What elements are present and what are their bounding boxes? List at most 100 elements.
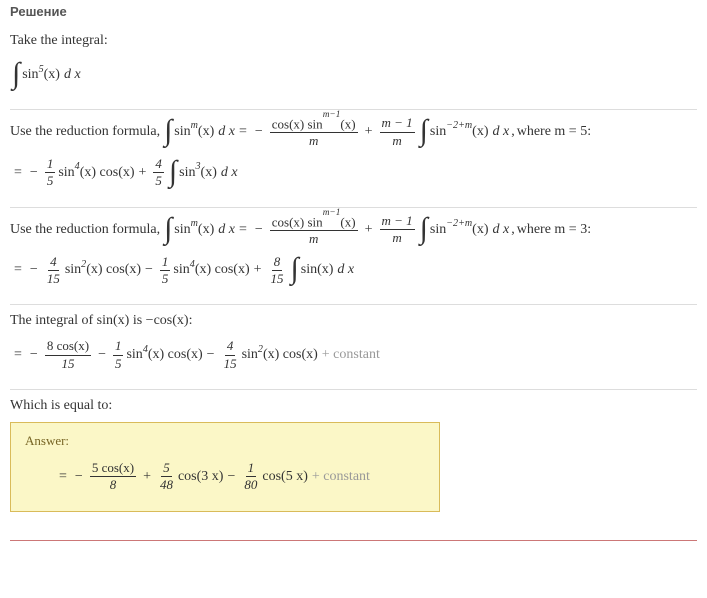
pow: −2+m <box>446 119 472 133</box>
step-3: The integral of sin(x) is −cos(x): = − 8… <box>10 305 697 389</box>
plus: + <box>143 469 151 485</box>
pow: 4 <box>143 344 148 355</box>
den: m <box>390 230 403 245</box>
d: 8 <box>108 477 119 492</box>
den: m <box>390 133 403 148</box>
arg: (x) <box>198 122 214 142</box>
step-2-text: Use the reduction formula, ∫ sinm(x) d x… <box>10 214 697 247</box>
plus: + <box>365 220 373 240</box>
integral-icon: ∫ <box>291 257 299 281</box>
d: 5 <box>113 356 124 371</box>
answer-expr: = − 5 cos(x)8 + 548 cos(3 x) − 180 cos(5… <box>55 457 374 497</box>
fn: sin <box>242 347 258 363</box>
fn: sin <box>58 165 74 181</box>
constant: + constant <box>322 347 380 363</box>
d: 48 <box>158 477 175 492</box>
text: Use the reduction formula, <box>10 122 160 142</box>
integral-icon: ∫ <box>12 62 20 86</box>
integral-icon: ∫ <box>420 119 428 143</box>
arg: (x) cos(x) <box>263 347 318 363</box>
eq: = <box>239 122 247 142</box>
n: 8 <box>272 255 283 271</box>
eq: = <box>239 220 247 240</box>
n: 4 <box>48 255 59 271</box>
d: 15 <box>269 271 286 286</box>
minus: − <box>98 347 106 363</box>
fraction: cos(x) sinm−1(x) m <box>270 116 358 149</box>
section-heading: Решение <box>10 0 697 25</box>
fraction: 415 <box>222 339 239 371</box>
eq: = <box>14 165 22 181</box>
integral-icon: ∫ <box>164 119 172 143</box>
fn: sin(x) <box>301 262 334 278</box>
step-1-result: = − 15 sin4(x) cos(x) + 45 ∫ sin3(x) d x <box>10 153 238 193</box>
fraction: 8 cos(x)15 <box>45 339 91 371</box>
pow: 2 <box>81 259 86 270</box>
a: (x) <box>340 116 355 131</box>
n: 5 <box>161 461 172 477</box>
pow: 4 <box>190 259 195 270</box>
den: m <box>307 133 320 148</box>
num: cos(x) sin <box>272 214 323 229</box>
dx: d x <box>218 122 235 142</box>
fn-sin: sin <box>179 165 195 181</box>
dx: d x <box>492 122 509 142</box>
n: 8 cos(x) <box>45 339 91 355</box>
dx: d x <box>337 262 354 278</box>
arg: (x) <box>472 122 488 142</box>
n: 1 <box>160 255 171 271</box>
answer-box: Answer: = − 5 cos(x)8 + 548 cos(3 x) − 1… <box>10 422 440 512</box>
fn-sin: sin <box>174 220 190 240</box>
minus: − <box>207 347 215 363</box>
n: 1 <box>246 461 257 477</box>
a: (x) <box>340 214 355 229</box>
arg: (x) cos(x) <box>86 262 141 278</box>
d: 5 <box>160 271 171 286</box>
step-0-expr: ∫ sin5(x) d x <box>10 55 81 95</box>
fraction: 15 <box>160 255 171 287</box>
d: 80 <box>242 477 259 492</box>
eq: = <box>59 469 67 485</box>
d: 15 <box>59 356 76 371</box>
den: m <box>307 231 320 246</box>
minus: − <box>75 469 83 485</box>
fn: sin <box>65 262 81 278</box>
arg: (x) <box>198 220 214 240</box>
dx: d x <box>492 220 509 240</box>
step-2: Use the reduction formula, ∫ sin m (x) d x… <box>10 208 697 305</box>
arg: (x) cos(x) <box>148 347 203 363</box>
arg: (x) <box>472 220 488 240</box>
minus: − <box>255 220 263 240</box>
pow: −2+m <box>446 217 472 231</box>
step-4: Which is equal to: Answer: = − 5 cos(x)8… <box>10 390 697 526</box>
step-4-text: Which is equal to: <box>10 396 697 416</box>
fn-sin: sin <box>430 122 446 142</box>
fraction: 815 <box>269 255 286 287</box>
step-2-result: = − 415 sin2(x) cos(x) − 15 sin4(x) cos(… <box>10 250 354 290</box>
minus: − <box>30 262 38 278</box>
plus: + <box>254 262 262 278</box>
step-0: Take the integral: ∫ sin5(x) d x <box>10 25 697 109</box>
step-1-text: Use the reduction formula, ∫ sin m (x) d x… <box>10 116 697 149</box>
constant: + constant <box>312 469 370 485</box>
comma: , <box>511 220 515 240</box>
step-3-text: The integral of sin(x) is −cos(x): <box>10 311 697 331</box>
eq: = <box>14 347 22 363</box>
pow: 5 <box>39 64 44 75</box>
integral-icon: ∫ <box>169 160 177 184</box>
answer-label: Answer: <box>25 433 425 449</box>
fn: sin <box>126 347 142 363</box>
d: 5 <box>45 173 56 188</box>
fn: sin <box>173 262 189 278</box>
d: 5 <box>153 173 164 188</box>
n: 4 <box>225 339 236 355</box>
minus: − <box>145 262 153 278</box>
plus: + <box>365 122 373 142</box>
fraction: 5 cos(x)8 <box>90 461 136 493</box>
dx: d x <box>64 67 81 83</box>
text: Use the reduction formula, <box>10 220 160 240</box>
fn-sin: sin <box>174 122 190 142</box>
plus: + <box>139 165 147 181</box>
eq: = <box>14 262 22 278</box>
fn: cos(3 x) <box>178 469 224 485</box>
